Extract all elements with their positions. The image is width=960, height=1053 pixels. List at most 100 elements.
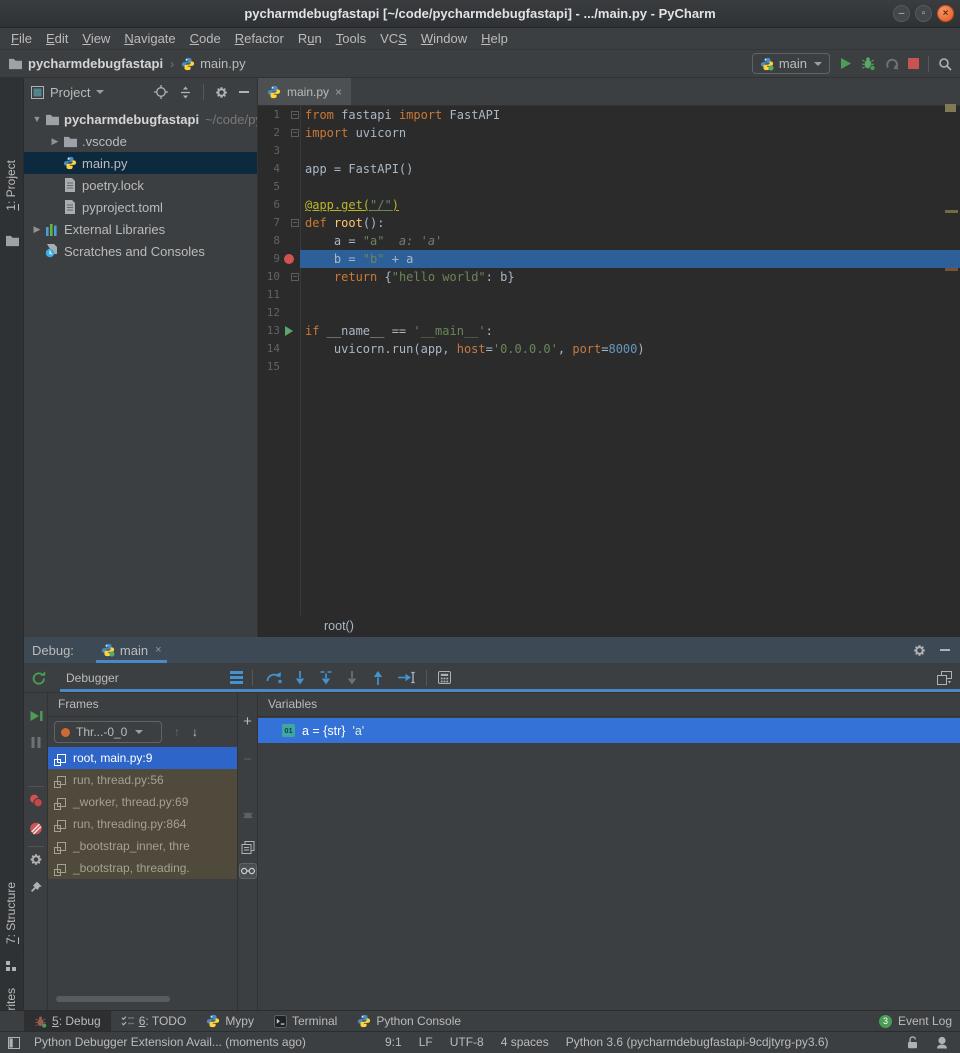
event-log-button[interactable]: 3 Event Log (879, 1014, 952, 1028)
settings-gear-icon[interactable] (29, 853, 42, 866)
debug-button[interactable] (861, 56, 876, 71)
menu-run[interactable]: Run (291, 31, 329, 46)
search-icon[interactable] (938, 57, 952, 71)
restore-layout-icon[interactable] (937, 663, 952, 692)
code-text[interactable] (300, 286, 960, 304)
code-text[interactable]: @app.get("/") (300, 196, 960, 214)
hector-inspections-icon[interactable] (936, 1036, 948, 1049)
gutter-line-6[interactable]: 6 (258, 196, 300, 214)
menu-refactor[interactable]: Refactor (228, 31, 291, 46)
tool-button-project[interactable]: 1: Project (4, 160, 18, 211)
project-panel-title[interactable]: Project (50, 85, 90, 100)
breakpoint-icon[interactable] (284, 254, 294, 264)
menu-file[interactable]: File (4, 31, 39, 46)
gear-icon[interactable] (913, 644, 926, 657)
expand-arrow-icon[interactable]: ▶ (30, 224, 44, 235)
pause-button[interactable] (31, 737, 40, 748)
frame-run-thread-py-56[interactable]: run, thread.py:56 (48, 769, 237, 791)
gutter-line-5[interactable]: 5 (258, 178, 300, 196)
previous-frame-icon[interactable]: ↑ (174, 725, 180, 739)
hide-panel-icon[interactable] (940, 649, 950, 651)
resume-button[interactable] (28, 709, 43, 723)
add-watch-icon[interactable]: + (243, 713, 252, 730)
code-text[interactable]: if __name__ == '__main__': (300, 322, 960, 340)
next-frame-icon[interactable]: ↓ (192, 725, 198, 739)
editor-tab-main-py[interactable]: main.py × (258, 78, 351, 105)
menu-help[interactable]: Help (474, 31, 515, 46)
run-to-cursor-button[interactable] (398, 663, 415, 692)
frame-bootstrap-threading[interactable]: _bootstrap, threading. (48, 857, 237, 879)
locate-file-icon[interactable] (154, 85, 168, 99)
close-icon[interactable]: × (335, 85, 342, 99)
gutter-line-15[interactable]: 15 (258, 358, 300, 376)
indent-style[interactable]: 4 spaces (501, 1035, 549, 1049)
menu-tools[interactable]: Tools (329, 31, 373, 46)
close-icon[interactable]: × (155, 644, 161, 656)
gutter-line-10[interactable]: 10 (258, 268, 300, 286)
frame-worker-thread-py-69[interactable]: _worker, thread.py:69 (48, 791, 237, 813)
editor-breadcrumb[interactable]: root() (258, 615, 960, 637)
status-message[interactable]: Python Debugger Extension Avail... (mome… (34, 1035, 306, 1049)
fold-icon[interactable] (291, 219, 299, 227)
tool-window-toggle-icon[interactable] (8, 1037, 20, 1049)
breadcrumb-project[interactable]: pycharmdebugfastapi (28, 56, 163, 71)
code-text[interactable]: uvicorn.run(app, host='0.0.0.0', port=80… (300, 340, 960, 358)
menu-navigate[interactable]: Navigate (117, 31, 182, 46)
file-encoding[interactable]: UTF-8 (450, 1035, 484, 1049)
expand-arrow-icon[interactable]: ▶ (48, 136, 62, 147)
maximize-button[interactable]: ▫ (915, 5, 932, 22)
force-step-into-button[interactable] (320, 663, 332, 692)
debug-session-tab[interactable]: main × (96, 637, 167, 663)
line-separator[interactable]: LF (419, 1035, 433, 1049)
gutter-line-14[interactable]: 14 (258, 340, 300, 358)
code-text[interactable] (300, 358, 960, 376)
fold-end-icon[interactable] (291, 273, 299, 281)
duplicate-watch-icon[interactable] (241, 841, 254, 854)
gutter-line-13[interactable]: 13 (258, 322, 300, 340)
run-line-icon[interactable] (285, 326, 293, 336)
move-up-icon[interactable] (243, 797, 253, 812)
menu-code[interactable]: Code (183, 31, 228, 46)
python-interpreter[interactable]: Python 3.6 (pycharmdebugfastapi-9cdjtyrg… (566, 1035, 829, 1049)
gear-icon[interactable] (215, 86, 228, 99)
show-watches-toggle[interactable] (239, 863, 257, 879)
gutter-line-3[interactable]: 3 (258, 142, 300, 160)
collapse-all-icon[interactable] (179, 86, 192, 99)
gutter-line-4[interactable]: 4 (258, 160, 300, 178)
menu-window[interactable]: Window (414, 31, 474, 46)
hide-panel-icon[interactable] (239, 91, 249, 93)
code-text[interactable] (300, 142, 960, 160)
code-text[interactable]: return {"hello world": b} (300, 268, 960, 286)
gutter-line-1[interactable]: 1 (258, 106, 300, 124)
evaluate-expression-button[interactable] (438, 663, 451, 692)
step-over-button[interactable] (266, 663, 282, 692)
fold-icon[interactable] (291, 111, 299, 119)
tool-button-mypy[interactable]: Mypy (196, 1011, 264, 1031)
stop-button[interactable] (908, 58, 919, 69)
breakpoint-stripe-mark[interactable] (945, 268, 958, 271)
tool-button-terminal[interactable]: Terminal (264, 1011, 347, 1031)
step-out-button[interactable] (372, 663, 384, 692)
menu-vcs[interactable]: VCS (373, 31, 414, 46)
frame-run-threading-py-864[interactable]: run, threading.py:864 (48, 813, 237, 835)
code-text[interactable]: b = "b" + a (300, 250, 960, 268)
code-text[interactable] (300, 178, 960, 196)
breadcrumb-file[interactable]: main.py (200, 56, 246, 71)
thread-selector[interactable]: Thr...-0_0 (54, 721, 162, 743)
close-button[interactable]: × (937, 5, 954, 22)
menu-edit[interactable]: Edit (39, 31, 75, 46)
code-text[interactable]: import uvicorn (300, 124, 960, 142)
tool-button-6-todo[interactable]: 6: TODO (111, 1011, 197, 1031)
remove-watch-icon[interactable]: − (243, 751, 252, 768)
tree-item-external-libraries[interactable]: ▶External Libraries (24, 218, 257, 240)
step-into-button[interactable] (294, 663, 306, 692)
variable-row[interactable]: 01 a = {str} 'a' (258, 718, 960, 743)
code-text[interactable]: from fastapi import FastAPI (300, 106, 960, 124)
rerun-button[interactable] (31, 663, 47, 692)
menu-view[interactable]: View (75, 31, 117, 46)
run-button[interactable] (839, 57, 852, 70)
tree-item-vscode[interactable]: ▶.vscode (24, 130, 257, 152)
fold-icon[interactable] (291, 129, 299, 137)
warning-stripe-mark[interactable] (945, 210, 958, 213)
tab-debugger[interactable]: Debugger (58, 663, 960, 692)
